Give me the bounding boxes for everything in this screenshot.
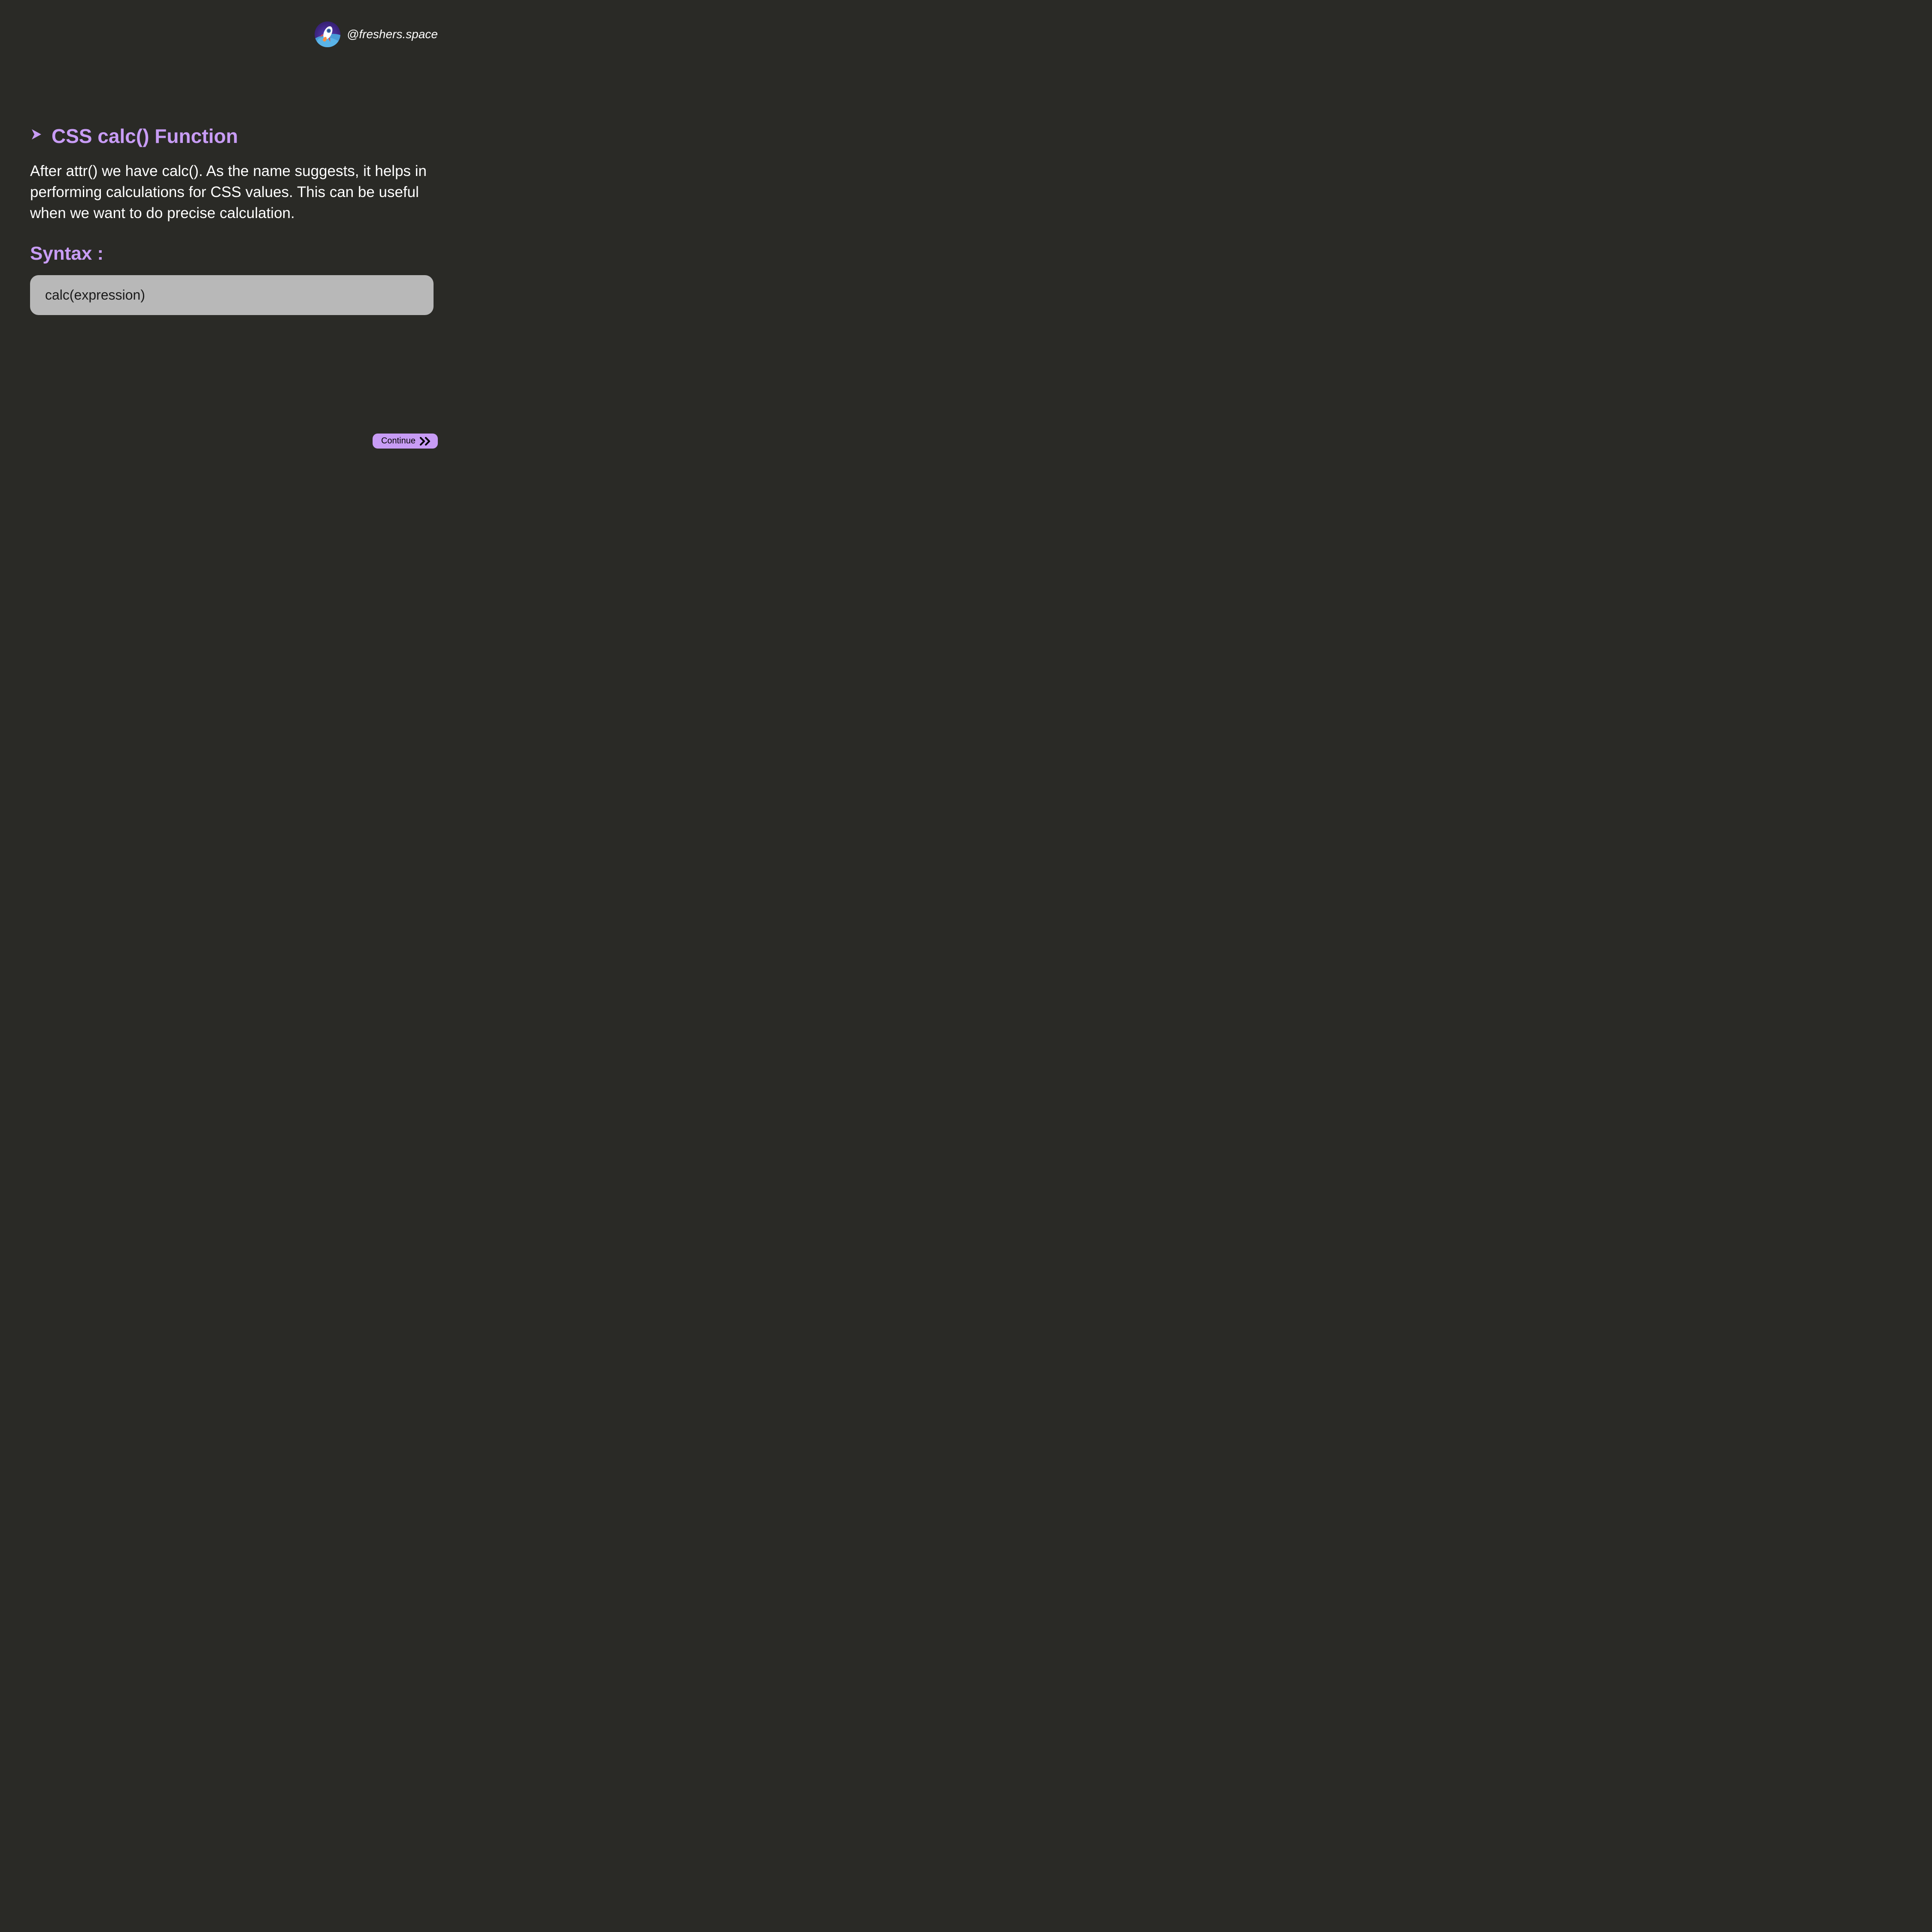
chevron-right-icon bbox=[420, 437, 432, 446]
code-block: calc(expression) bbox=[30, 275, 434, 315]
syntax-heading: Syntax : bbox=[30, 243, 434, 264]
description-text: After attr() we have calc(). As the name… bbox=[30, 161, 434, 224]
title-row: CSS calc() Function bbox=[30, 124, 434, 148]
continue-label: Continue bbox=[381, 436, 416, 446]
rocket-icon bbox=[318, 23, 337, 44]
page-title: CSS calc() Function bbox=[52, 124, 238, 148]
handle-text: @freshers.space bbox=[347, 27, 438, 41]
main-content: CSS calc() Function After attr() we have… bbox=[30, 124, 434, 315]
logo-icon bbox=[315, 21, 340, 47]
arrow-icon bbox=[30, 127, 44, 145]
header: @freshers.space bbox=[315, 21, 438, 47]
code-text: calc(expression) bbox=[45, 287, 145, 303]
continue-button[interactable]: Continue bbox=[373, 434, 438, 449]
